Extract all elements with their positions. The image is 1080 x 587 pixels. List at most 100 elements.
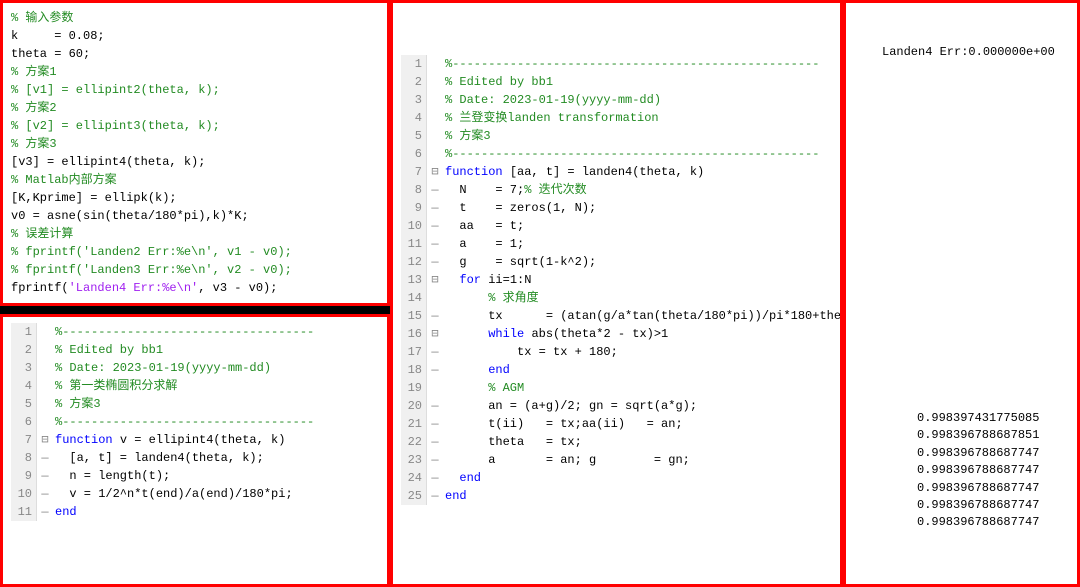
- code-line[interactable]: % 输入参数: [11, 9, 379, 27]
- code-line[interactable]: 3% Date: 2023-01-19(yyyy-mm-dd): [11, 359, 379, 377]
- code-content[interactable]: while abs(theta*2 - tx)>1: [443, 325, 832, 343]
- code-content[interactable]: % 求角度: [443, 289, 832, 307]
- code-content[interactable]: [a, t] = landen4(theta, k);: [53, 449, 379, 467]
- code-content[interactable]: for ii=1:N: [443, 271, 832, 289]
- code-line[interactable]: % 方案1: [11, 63, 379, 81]
- code-content[interactable]: a = an; g = gn;: [443, 451, 832, 469]
- code-line[interactable]: 6 %--------------------------------------…: [401, 145, 832, 163]
- code-line[interactable]: % fprintf('Landen3 Err:%e\n', v2 - v0);: [11, 261, 379, 279]
- code-content[interactable]: a = 1;: [443, 235, 832, 253]
- code-line[interactable]: 15— tx = (atan(g/a*tan(theta/180*pi))/pi…: [401, 307, 832, 325]
- code-content[interactable]: % Edited by bb1: [443, 73, 832, 91]
- code-line[interactable]: % [v1] = ellipint2(theta, k);: [11, 81, 379, 99]
- code-panel-main[interactable]: % 输入参数k = 0.08;theta = 60;% 方案1% [v1] = …: [0, 0, 390, 306]
- code-content[interactable]: function v = ellipint4(theta, k): [53, 431, 379, 449]
- code-content[interactable]: N = 7;% 迭代次数: [443, 181, 832, 199]
- code-line[interactable]: 12— g = sqrt(1-k^2);: [401, 253, 832, 271]
- code-content[interactable]: an = (a+g)/2; gn = sqrt(a*g);: [443, 397, 832, 415]
- code-line[interactable]: 18— end: [401, 361, 832, 379]
- code-content[interactable]: % 第一类椭圆积分求解: [53, 377, 379, 395]
- code-content[interactable]: % 方案3: [53, 395, 379, 413]
- code-content[interactable]: function [aa, t] = landen4(theta, k): [443, 163, 832, 181]
- code-line[interactable]: 8— N = 7;% 迭代次数: [401, 181, 832, 199]
- code-line[interactable]: 2% Edited by bb1: [11, 341, 379, 359]
- code-content[interactable]: % AGM: [443, 379, 832, 397]
- code-content[interactable]: aa = t;: [443, 217, 832, 235]
- code-line[interactable]: 13⊟ for ii=1:N: [401, 271, 832, 289]
- code-content[interactable]: % 兰登变换landen transformation: [443, 109, 832, 127]
- code-line[interactable]: % Matlab内部方案: [11, 171, 379, 189]
- code-line[interactable]: fprintf('Landen4 Err:%e\n', v3 - v0);: [11, 279, 379, 297]
- code-line[interactable]: 7⊟function v = ellipint4(theta, k): [11, 431, 379, 449]
- code-content[interactable]: end: [443, 469, 832, 487]
- code-content[interactable]: % 方案3: [443, 127, 832, 145]
- code-content[interactable]: % Date: 2023-01-19(yyyy-mm-dd): [53, 359, 379, 377]
- code-content[interactable]: %-----------------------------------: [53, 413, 379, 431]
- code-block-3[interactable]: 1%--------------------------------------…: [393, 3, 840, 511]
- code-line[interactable]: % 方案3: [11, 135, 379, 153]
- code-content[interactable]: v = 1/2^n*t(end)/a(end)/180*pi;: [53, 485, 379, 503]
- code-line[interactable]: 19 % AGM: [401, 379, 832, 397]
- code-line[interactable]: % fprintf('Landen2 Err:%e\n', v1 - v0);: [11, 243, 379, 261]
- code-line[interactable]: 4% 兰登变换landen transformation: [401, 109, 832, 127]
- code-content[interactable]: end: [53, 503, 379, 521]
- code-line[interactable]: 17— tx = tx + 180;: [401, 343, 832, 361]
- fold-icon[interactable]: ⊟: [427, 271, 443, 289]
- code-content[interactable]: theta = tx;: [443, 433, 832, 451]
- code-content[interactable]: tx = (atan(g/a*tan(theta/180*pi))/pi*180…: [443, 307, 843, 325]
- code-line[interactable]: 10— aa = t;: [401, 217, 832, 235]
- code-line[interactable]: v0 = asne(sin(theta/180*pi),k)*K;: [11, 207, 379, 225]
- code-content[interactable]: t(ii) = tx;aa(ii) = an;: [443, 415, 832, 433]
- code-content[interactable]: tx = tx + 180;: [443, 343, 832, 361]
- code-line[interactable]: 2% Edited by bb1: [401, 73, 832, 91]
- line-number: 12: [401, 253, 427, 271]
- code-line[interactable]: 11— a = 1;: [401, 235, 832, 253]
- fold-icon[interactable]: ⊟: [427, 325, 443, 343]
- code-line[interactable]: % 方案2: [11, 99, 379, 117]
- code-line[interactable]: 25—end: [401, 487, 832, 505]
- code-content[interactable]: %---------------------------------------…: [443, 145, 832, 163]
- fold-icon[interactable]: ⊟: [37, 431, 53, 449]
- code-line[interactable]: 10— v = 1/2^n*t(end)/a(end)/180*pi;: [11, 485, 379, 503]
- code-line[interactable]: 6%-----------------------------------: [11, 413, 379, 431]
- code-line[interactable]: 1%--------------------------------------…: [401, 55, 832, 73]
- code-line[interactable]: 20— an = (a+g)/2; gn = sqrt(a*g);: [401, 397, 832, 415]
- code-panel-ellipint4[interactable]: 1%-----------------------------------2% …: [0, 314, 390, 587]
- code-line[interactable]: theta = 60;: [11, 45, 379, 63]
- code-line[interactable]: % [v2] = ellipint3(theta, k);: [11, 117, 379, 135]
- code-line[interactable]: 21— t(ii) = tx;aa(ii) = an;: [401, 415, 832, 433]
- code-line[interactable]: 3% Date: 2023-01-19(yyyy-mm-dd): [401, 91, 832, 109]
- code-line[interactable]: % 误差计算: [11, 225, 379, 243]
- code-line[interactable]: 7⊟function [aa, t] = landen4(theta, k): [401, 163, 832, 181]
- code-block-2[interactable]: 1%-----------------------------------2% …: [3, 317, 387, 527]
- code-content[interactable]: %---------------------------------------…: [443, 55, 832, 73]
- fold-icon[interactable]: ⊟: [427, 163, 443, 181]
- code-line[interactable]: 5% 方案3: [401, 127, 832, 145]
- line-number: 6: [401, 145, 427, 163]
- code-line[interactable]: 1%-----------------------------------: [11, 323, 379, 341]
- code-line[interactable]: 9— n = length(t);: [11, 467, 379, 485]
- code-content[interactable]: g = sqrt(1-k^2);: [443, 253, 832, 271]
- code-line[interactable]: 11—end: [11, 503, 379, 521]
- code-line[interactable]: [v3] = ellipint4(theta, k);: [11, 153, 379, 171]
- code-line[interactable]: 5% 方案3: [11, 395, 379, 413]
- code-line[interactable]: 23— a = an; g = gn;: [401, 451, 832, 469]
- code-content[interactable]: % Date: 2023-01-19(yyyy-mm-dd): [443, 91, 832, 109]
- code-line[interactable]: 8— [a, t] = landen4(theta, k);: [11, 449, 379, 467]
- code-content[interactable]: end: [443, 487, 832, 505]
- code-line[interactable]: 9— t = zeros(1, N);: [401, 199, 832, 217]
- code-content[interactable]: %-----------------------------------: [53, 323, 379, 341]
- code-line[interactable]: k = 0.08;: [11, 27, 379, 45]
- code-panel-landen4[interactable]: 1%--------------------------------------…: [390, 0, 843, 587]
- code-line[interactable]: [K,Kprime] = ellipk(k);: [11, 189, 379, 207]
- code-content[interactable]: t = zeros(1, N);: [443, 199, 832, 217]
- code-line[interactable]: 16⊟ while abs(theta*2 - tx)>1: [401, 325, 832, 343]
- code-line[interactable]: 14 % 求角度: [401, 289, 832, 307]
- code-line[interactable]: 22— theta = tx;: [401, 433, 832, 451]
- code-content[interactable]: end: [443, 361, 832, 379]
- code-line[interactable]: 24— end: [401, 469, 832, 487]
- code-content[interactable]: n = length(t);: [53, 467, 379, 485]
- code-block-1[interactable]: % 输入参数k = 0.08;theta = 60;% 方案1% [v1] = …: [3, 3, 387, 303]
- code-content[interactable]: % Edited by bb1: [53, 341, 379, 359]
- code-line[interactable]: 4% 第一类椭圆积分求解: [11, 377, 379, 395]
